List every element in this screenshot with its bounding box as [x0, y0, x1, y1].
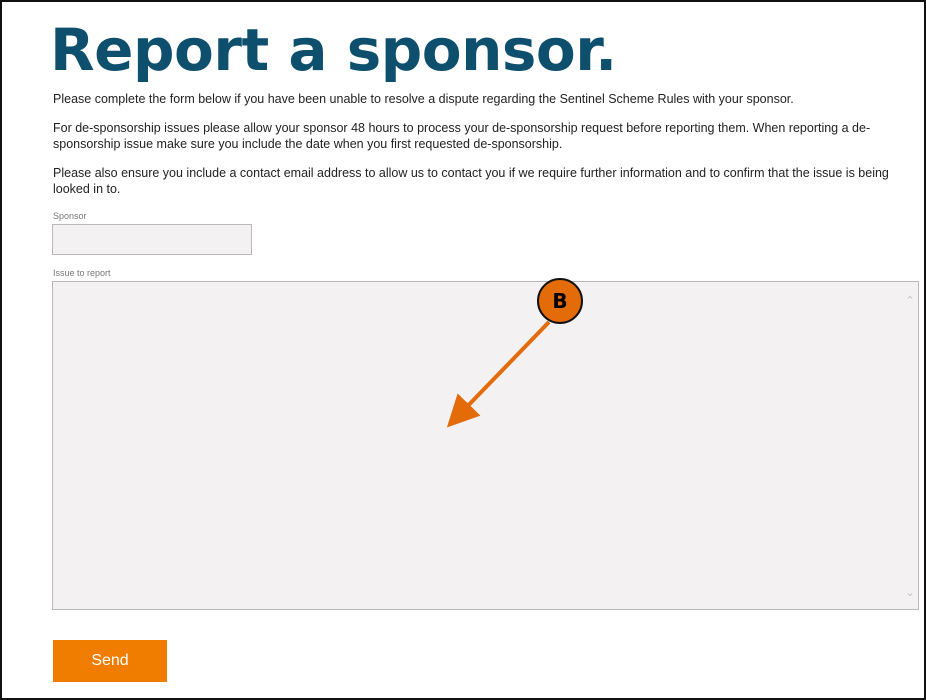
- chevron-up-icon[interactable]: ⌃: [905, 295, 915, 306]
- sponsor-input[interactable]: [52, 224, 252, 255]
- sponsor-label: Sponsor: [53, 211, 87, 221]
- intro-paragraph: Please complete the form below if you ha…: [53, 92, 794, 106]
- desponsorship-paragraph: For de-sponsorship issues please allow y…: [53, 121, 871, 151]
- contact-paragraph: Please also ensure you include a contact…: [53, 166, 889, 196]
- textarea-scrollbar[interactable]: ⌃ ⌄: [52, 281, 919, 610]
- annotation-badge: B: [537, 278, 583, 324]
- send-button[interactable]: Send: [53, 640, 167, 682]
- page-frame: Report a sponsor. Please complete the fo…: [0, 0, 926, 700]
- page-title: Report a sponsor.: [50, 16, 617, 84]
- chevron-down-icon[interactable]: ⌄: [905, 587, 915, 598]
- issue-label: Issue to report: [53, 268, 111, 278]
